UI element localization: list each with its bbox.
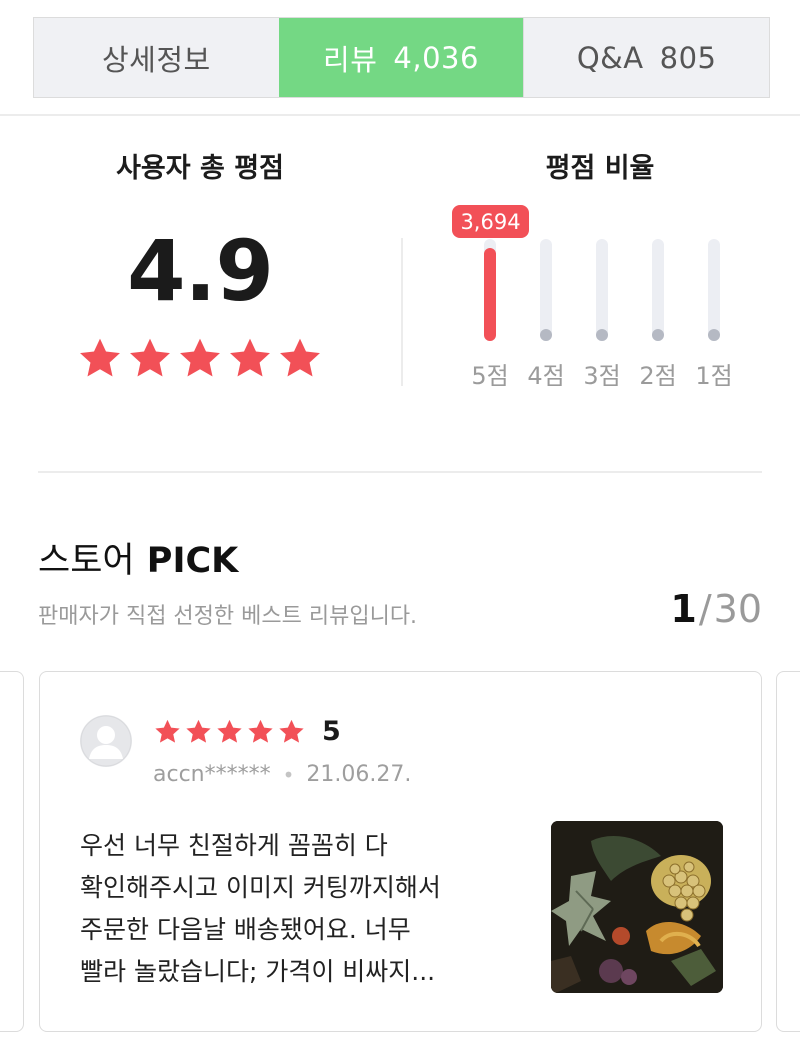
user-avatar-icon xyxy=(80,715,132,767)
pager-total: 30 xyxy=(713,587,762,631)
rating-bar-track xyxy=(596,239,608,341)
tab-label: 리뷰 xyxy=(323,42,378,77)
rating-bar-label: 3점 xyxy=(583,362,621,390)
tab-count: 4,036 xyxy=(393,40,479,75)
avatar xyxy=(80,715,132,767)
tab-label: Q&A xyxy=(576,40,644,75)
review-date: 21.06.27. xyxy=(306,762,412,787)
rating-bar-label: 5점 xyxy=(471,362,509,390)
previous-review-card[interactable] xyxy=(0,671,24,1032)
section-divider xyxy=(38,471,762,473)
star-icon xyxy=(246,718,275,745)
tab-reviews[interactable]: 리뷰 4,036 xyxy=(278,18,524,97)
rating-bar-track xyxy=(484,239,496,341)
star-icon xyxy=(277,335,323,379)
review-meta: accn****** • 21.06.27. xyxy=(153,762,411,787)
rating-ratio-title: 평점 비율 xyxy=(545,153,655,184)
star-icon xyxy=(277,718,306,745)
rating-bar-fill xyxy=(540,329,552,341)
review-photo[interactable] xyxy=(551,821,723,993)
review-user: accn****** xyxy=(153,762,271,787)
review-text: 우선 너무 친절하게 꼼꼼히 다 확인해주시고 이미지 커팅까지해서 주문한 다… xyxy=(80,825,530,993)
rating-bar-label: 1점 xyxy=(695,362,733,390)
pager-current: 1 xyxy=(670,587,697,631)
store-pick-title-kr: 스토어 xyxy=(38,541,135,581)
tab-detail-info[interactable]: 상세정보 xyxy=(34,18,279,97)
tab-count: 805 xyxy=(659,40,717,75)
rating-bar-track xyxy=(708,239,720,341)
rating-bar-fill xyxy=(708,329,720,341)
review-photo-image xyxy=(551,821,723,993)
rating-bar-label: 4점 xyxy=(527,362,565,390)
rating-bar-fill xyxy=(484,248,496,341)
rating-bar xyxy=(638,239,678,341)
rating-bar xyxy=(694,239,734,341)
rating-bar xyxy=(470,239,510,341)
review-score: 5 xyxy=(322,716,341,747)
rating-bar-track xyxy=(540,239,552,341)
vertical-divider xyxy=(401,238,403,386)
star-icon xyxy=(227,335,273,379)
meta-dot-icon: • xyxy=(282,762,295,787)
rating-bar xyxy=(526,239,566,341)
next-review-card[interactable] xyxy=(776,671,800,1032)
review-text-line: 빨라 놀랐습니다; 가격이 비싸지... xyxy=(80,957,436,986)
tab-qna[interactable]: Q&A 805 xyxy=(523,18,769,97)
average-score: 4.9 xyxy=(127,222,274,320)
review-stars xyxy=(153,717,308,746)
store-pick-title: 스토어 PICK xyxy=(38,532,238,583)
pager-separator: / xyxy=(698,587,712,631)
rating-bar-fill xyxy=(652,329,664,341)
store-pick-title-en: PICK xyxy=(146,541,239,581)
star-icon xyxy=(215,718,244,745)
review-text-line: 확인해주시고 이미지 커팅까지해서 xyxy=(80,873,441,902)
rating-bar-fill xyxy=(596,329,608,341)
review-text-line: 우선 너무 친절하게 꼼꼼히 다 xyxy=(80,831,388,860)
average-stars xyxy=(76,334,324,382)
tab-label: 상세정보 xyxy=(101,42,211,77)
section-divider xyxy=(0,114,800,116)
star-icon xyxy=(127,335,173,379)
review-card[interactable]: 5 accn****** • 21.06.27. 우선 너무 친절하게 꼼꼼히 … xyxy=(39,671,762,1032)
rating-bar-label: 2점 xyxy=(639,362,677,390)
star-icon xyxy=(177,335,223,379)
rating-bar-track xyxy=(652,239,664,341)
review-tabs: 상세정보 리뷰 4,036 Q&A 805 xyxy=(33,17,770,98)
top-count-badge: 3,694 xyxy=(452,205,529,238)
star-icon xyxy=(153,718,182,745)
pick-pager: 1/30 xyxy=(670,587,762,631)
star-icon xyxy=(184,718,213,745)
store-pick-subtitle: 판매자가 직접 선정한 베스트 리뷰입니다. xyxy=(38,604,418,629)
total-rating-title: 사용자 총 평점 xyxy=(116,153,284,184)
star-icon xyxy=(77,335,123,379)
rating-bar xyxy=(582,239,622,341)
review-text-line: 주문한 다음날 배송됐어요. 너무 xyxy=(80,915,411,944)
